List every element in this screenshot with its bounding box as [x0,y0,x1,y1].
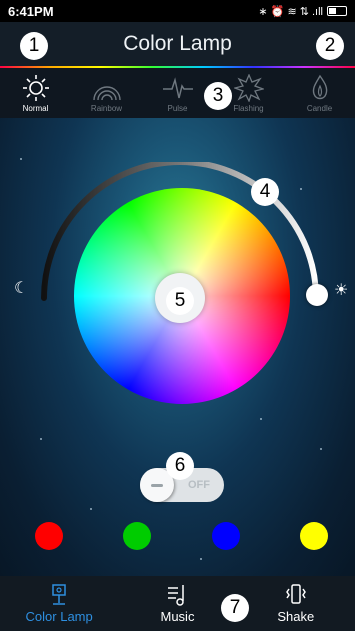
annotation-badge: 1 [20,32,48,60]
color-swatch-red[interactable] [35,522,63,550]
app-header: Color Lamp [0,22,355,66]
mode-normal[interactable]: Normal [6,68,66,118]
annotation-badge: 4 [251,178,279,206]
tab-music[interactable]: Music [127,576,227,631]
page-title: Color Lamp [123,32,232,55]
battery-icon [327,6,347,16]
lamp-icon [52,584,66,605]
music-icon [168,585,185,606]
mode-label: Flashing [233,103,264,113]
annotation-badge: 7 [221,594,249,622]
tab-color-lamp[interactable]: Color Lamp [9,576,109,631]
color-swatch-blue[interactable] [212,522,240,550]
mode-candle[interactable]: Candle [290,68,350,118]
color-swatch-yellow[interactable] [300,522,328,550]
mode-label: Candle [306,103,333,113]
mode-pulse[interactable]: Pulse [148,68,208,118]
sun-icon: ☀ [334,282,349,299]
tab-label: Shake [277,609,315,624]
star [90,508,92,510]
annotation-badge: 6 [166,452,194,480]
annotation-badge: 2 [316,32,344,60]
status-icons: ∗ ⏰ ≋ ⇅ .ıll [258,5,347,18]
mode-rainbow[interactable]: Rainbow [77,68,137,118]
star [40,438,42,440]
star [20,158,22,160]
toggle-state-label: OFF [188,479,210,491]
annotation-badge: 3 [204,82,232,110]
status-bar: 6:41PM ∗ ⏰ ≋ ⇅ .ıll [0,0,355,22]
mode-label: Rainbow [90,103,123,113]
candle-icon [312,74,327,99]
pulse-icon [162,76,193,98]
mode-bar: Normal Rainbow Pulse Flashing Candle [0,68,355,118]
color-swatch-green[interactable] [123,522,151,550]
shake-icon [285,584,306,604]
moon-icon: ☾ [14,280,29,297]
rainbow-icon [92,85,121,100]
control-panel: ☾ ☀ OFF [0,118,355,576]
star [320,448,322,450]
flashing-icon [233,73,264,102]
annotation-badge: 5 [166,287,194,315]
tab-shake[interactable]: Shake [246,576,346,631]
mode-label: Normal [22,103,49,113]
brightness-handle[interactable] [306,284,328,306]
tab-label: Music [160,609,195,624]
mode-label: Pulse [167,103,188,113]
tab-label: Color Lamp [25,609,93,624]
star [200,558,202,560]
sun-icon [22,74,49,101]
status-time: 6:41PM [8,3,54,19]
tab-bar: Color Lamp Music Shake [0,576,355,631]
status-indicator-icons: ∗ ⏰ ≋ ⇅ .ıll [258,5,323,18]
